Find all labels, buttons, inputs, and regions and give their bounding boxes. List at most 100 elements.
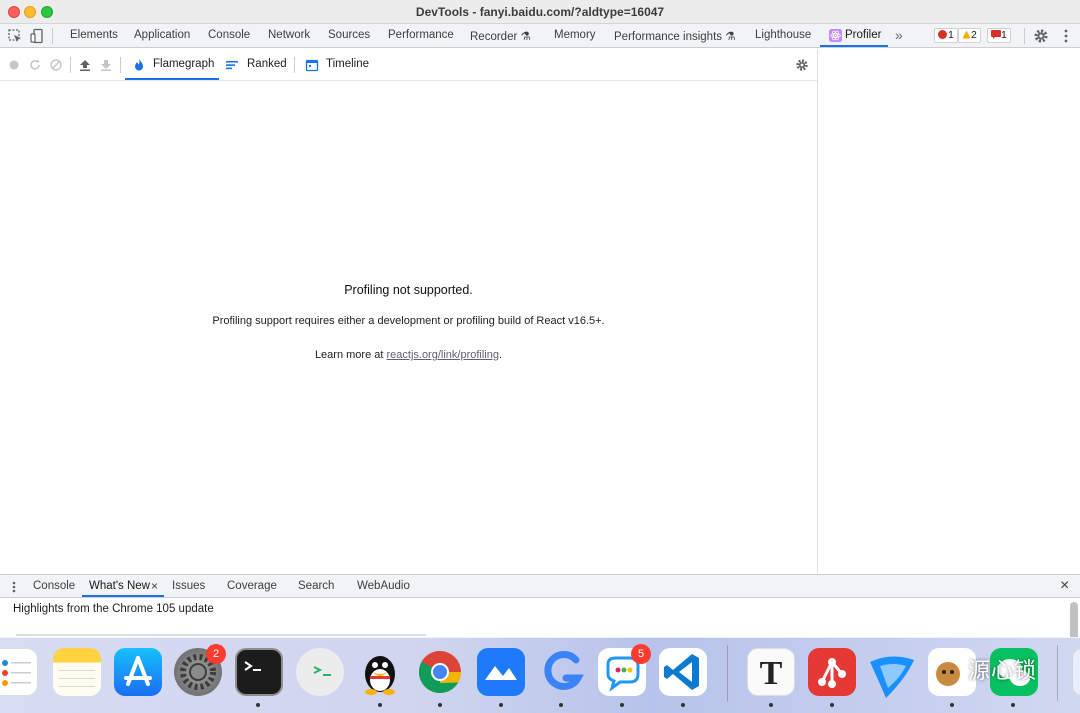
- drawer-tab-issues[interactable]: Issues: [172, 580, 205, 592]
- close-whats-new-icon[interactable]: ×: [151, 579, 158, 593]
- running-indicator: [1011, 703, 1015, 707]
- tab-console[interactable]: Console: [208, 29, 250, 41]
- running-indicator: [769, 703, 773, 707]
- tab-recorder[interactable]: Recorder ⚗: [470, 29, 531, 43]
- more-tabs-button[interactable]: »: [895, 27, 903, 43]
- learn-more-suffix: .: [498, 349, 503, 361]
- learn-more-prefix: Learn more at: [314, 349, 387, 361]
- clear-profiling-data-icon[interactable]: [49, 58, 63, 72]
- warning-icon: [962, 30, 971, 39]
- reload-and-profile-icon[interactable]: [28, 58, 42, 72]
- record-icon[interactable]: [7, 58, 21, 72]
- tab-application[interactable]: Application: [134, 29, 190, 41]
- tab-flamegraph[interactable]: Flamegraph: [153, 58, 214, 70]
- more-options-icon[interactable]: [1058, 28, 1074, 44]
- load-profile-icon[interactable]: [78, 58, 92, 72]
- running-indicator: [256, 703, 260, 707]
- issues-count: 1: [1001, 29, 1007, 41]
- drawer-tab-console[interactable]: Console: [33, 580, 75, 592]
- whats-new-heading: Highlights from the Chrome 105 update: [13, 603, 214, 615]
- ranked-icon: [226, 61, 238, 70]
- error-count-badge[interactable]: 1: [934, 28, 958, 43]
- react-icon: [829, 29, 842, 42]
- notes-app-icon[interactable]: [53, 648, 101, 696]
- reminders-app-icon[interactable]: [0, 648, 38, 696]
- profiling-requirement-text: Profiling support requires either a deve…: [212, 315, 605, 327]
- vscode-app-icon[interactable]: [659, 648, 707, 696]
- tab-profiler[interactable]: Profiler: [845, 29, 881, 41]
- timeline-icon: [305, 59, 319, 72]
- typora-letter: T: [759, 655, 783, 692]
- profiling-docs-link[interactable]: reactjs.org/link/profiling: [386, 349, 499, 361]
- title-bar: DevTools - fanyi.baidu.com/?aldtype=1604…: [0, 0, 1080, 24]
- close-drawer-icon[interactable]: ×: [1060, 577, 1069, 595]
- toolbar-divider: [52, 28, 53, 44]
- messages-badge: 5: [631, 644, 651, 664]
- tab-performance-insights[interactable]: Performance insights ⚗: [614, 29, 736, 43]
- error-icon: [938, 30, 947, 39]
- toolbar-divider: [120, 57, 121, 73]
- running-indicator: [830, 703, 834, 707]
- active-subtab-underline: [125, 78, 219, 80]
- profiler-details-pane: [817, 49, 1080, 574]
- warning-count: 2: [971, 29, 977, 41]
- content-divider: [16, 634, 426, 636]
- inspect-element-icon[interactable]: [7, 28, 23, 44]
- tab-ranked[interactable]: Ranked: [247, 58, 287, 70]
- drawer-tabbar: Console What's New × Issues Coverage Sea…: [0, 574, 1080, 598]
- flamegraph-icon: [135, 59, 143, 71]
- drawer-tab-whats-new[interactable]: What's New: [89, 580, 150, 592]
- running-indicator: [378, 703, 382, 707]
- system-preferences-badge: 2: [206, 644, 226, 664]
- running-indicator: [438, 703, 442, 707]
- drawer-tab-search[interactable]: Search: [298, 580, 334, 592]
- toolbar-divider: [294, 57, 295, 73]
- dock-separator: [727, 645, 728, 701]
- drawer-menu-icon[interactable]: [8, 580, 20, 594]
- app-store-icon[interactable]: [114, 648, 162, 696]
- tab-network[interactable]: Network: [268, 29, 310, 41]
- tab-memory[interactable]: Memory: [554, 29, 596, 41]
- downloads-stack-icon[interactable]: [1072, 648, 1080, 696]
- tab-sources[interactable]: Sources: [328, 29, 370, 41]
- issues-count-badge[interactable]: 1: [987, 28, 1011, 43]
- active-drawer-tab-underline: [82, 595, 164, 597]
- chrome-app-icon[interactable]: [416, 648, 464, 696]
- drawer-tab-webaudio[interactable]: WebAudio: [357, 580, 410, 592]
- devtools-window: DevTools - fanyi.baidu.com/?aldtype=1604…: [0, 0, 1080, 713]
- profiling-not-supported-title: Profiling not supported.: [344, 283, 473, 297]
- drawer-scrollbar[interactable]: [1070, 602, 1078, 642]
- save-profile-icon[interactable]: [99, 58, 113, 72]
- error-count: 1: [948, 29, 954, 41]
- settings-gear-icon[interactable]: [1033, 28, 1049, 44]
- learn-more-text: Learn more at reactjs.org/link/profiling…: [0, 349, 817, 361]
- swirl-app-icon[interactable]: [538, 648, 586, 696]
- running-indicator: [499, 703, 503, 707]
- drawer-tab-coverage[interactable]: Coverage: [227, 580, 277, 592]
- tab-timeline[interactable]: Timeline: [326, 58, 369, 70]
- device-toolbar-icon[interactable]: [29, 28, 45, 44]
- qq-app-icon[interactable]: [356, 648, 404, 696]
- devtools-tabbar: Elements Application Console Network Sou…: [0, 24, 1080, 48]
- issues-icon: [991, 30, 1001, 39]
- git-app-icon[interactable]: [808, 648, 856, 696]
- watermark-text: 源心锁: [968, 658, 1038, 683]
- active-tab-underline: [820, 45, 888, 47]
- typora-app-icon[interactable]: T: [747, 648, 795, 696]
- toolbar-divider: [70, 57, 71, 73]
- tab-elements[interactable]: Elements: [70, 29, 118, 41]
- lanhu-app-icon[interactable]: [477, 648, 525, 696]
- running-indicator: [681, 703, 685, 707]
- feishu-app-icon[interactable]: [866, 648, 914, 698]
- tab-lighthouse[interactable]: Lighthouse: [755, 29, 811, 41]
- tab-performance[interactable]: Performance: [388, 29, 454, 41]
- toolbar-divider: [1024, 28, 1025, 44]
- profiler-settings-gear-icon[interactable]: [795, 58, 809, 72]
- running-indicator: [559, 703, 563, 707]
- profiler-toolbar: Flamegraph Ranked Timeline: [0, 49, 817, 81]
- terminal-app-icon[interactable]: [235, 648, 283, 696]
- chat-bubble-app-icon[interactable]: [296, 648, 344, 696]
- running-indicator: [620, 703, 624, 707]
- dock-separator: [1057, 645, 1058, 701]
- warning-count-badge[interactable]: 2: [958, 28, 981, 43]
